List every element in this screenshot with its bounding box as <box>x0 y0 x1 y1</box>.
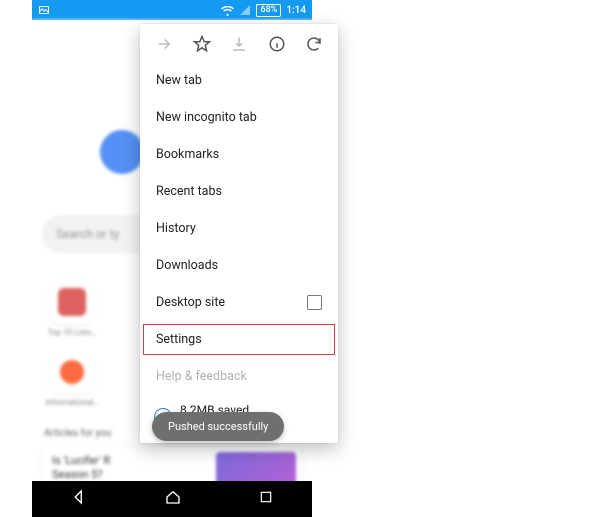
menu-item-settings[interactable]: Settings <box>140 321 338 358</box>
shortcut-label-1: Top 10 Lists… <box>42 328 102 337</box>
wifi-icon <box>221 4 234 17</box>
menu-label: Help & feedback <box>156 369 247 384</box>
bookmark-star-icon[interactable] <box>192 34 212 54</box>
google-logo <box>100 130 144 174</box>
articles-header: Articles for you <box>44 428 111 439</box>
menu-label: Recent tabs <box>156 184 222 199</box>
forward-icon[interactable] <box>154 34 174 54</box>
menu-item-new-tab[interactable]: New tab <box>140 62 338 99</box>
desktop-site-checkbox[interactable] <box>307 295 322 310</box>
menu-item-recent-tabs[interactable]: Recent tabs <box>140 173 338 210</box>
download-icon[interactable] <box>229 34 249 54</box>
info-icon[interactable] <box>267 34 287 54</box>
android-navbar <box>32 481 312 517</box>
menu-item-bookmarks[interactable]: Bookmarks <box>140 136 338 173</box>
battery-indicator: 68% <box>256 4 281 17</box>
reload-icon[interactable] <box>304 34 324 54</box>
clock: 1:14 <box>286 5 306 16</box>
menu-item-desktop-site[interactable]: Desktop site <box>140 284 338 321</box>
menu-label: History <box>156 221 196 236</box>
search-placeholder: Search or ty <box>56 227 119 241</box>
shortcut-tile-2[interactable] <box>50 350 94 394</box>
menu-label: New tab <box>156 73 202 88</box>
status-bar: 68% 1:14 <box>32 0 312 20</box>
menu-label: Downloads <box>156 258 218 273</box>
signal-icon <box>239 4 251 16</box>
toast-text: Pushed successfully <box>168 420 268 433</box>
back-icon[interactable] <box>70 488 88 510</box>
image-notification-icon <box>38 4 50 16</box>
menu-label: Settings <box>156 332 202 347</box>
home-icon[interactable] <box>164 488 182 510</box>
toast-message: Pushed successfully <box>152 412 284 441</box>
menu-label: New incognito tab <box>156 110 257 125</box>
shortcut-tile-1[interactable] <box>50 280 94 324</box>
recents-icon[interactable] <box>258 489 274 509</box>
phone-frame: 68% 1:14 Search or ty Top 10 Lists… Info… <box>32 0 312 517</box>
menu-label: Desktop site <box>156 295 225 310</box>
menu-item-history[interactable]: History <box>140 210 338 247</box>
menu-item-help[interactable]: Help & feedback <box>140 358 338 395</box>
menu-label: Bookmarks <box>156 147 219 162</box>
menu-item-downloads[interactable]: Downloads <box>140 247 338 284</box>
shortcut-label-2: Informational… <box>42 398 102 407</box>
menu-icon-row <box>140 24 338 62</box>
chrome-overflow-menu: New tab New incognito tab Bookmarks Rece… <box>140 24 338 443</box>
menu-item-new-incognito[interactable]: New incognito tab <box>140 99 338 136</box>
